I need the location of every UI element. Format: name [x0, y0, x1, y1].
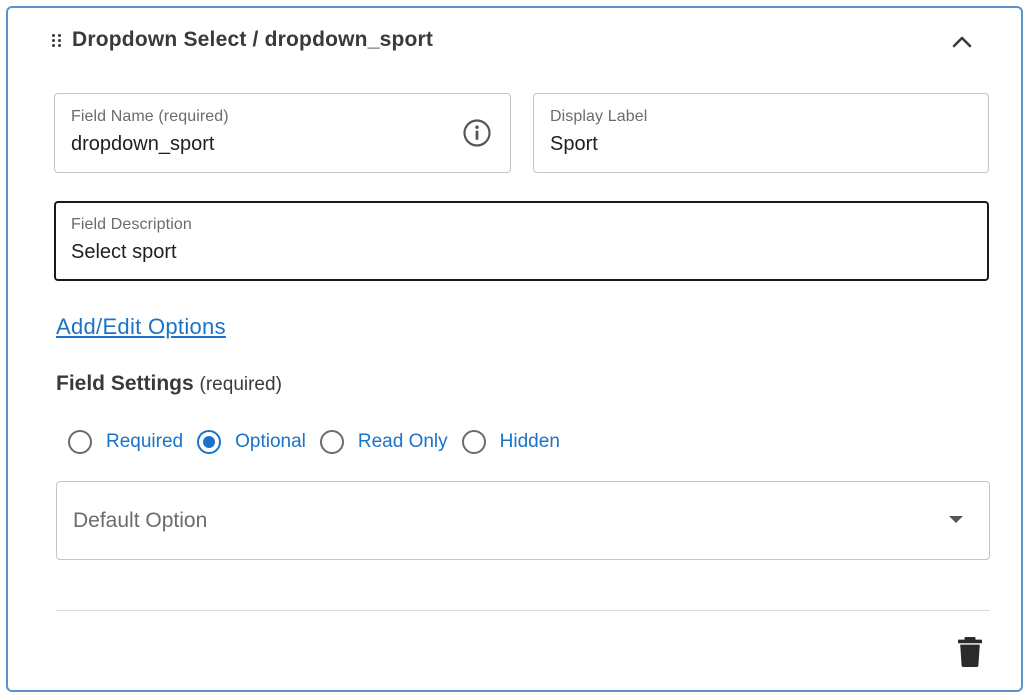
display-label-field[interactable]: Display Label: [533, 93, 989, 173]
trash-icon[interactable]: [956, 636, 984, 668]
radio-hidden[interactable]: Hidden: [461, 430, 560, 454]
field-description-field[interactable]: Field Description: [54, 201, 989, 281]
display-label-input[interactable]: [550, 133, 930, 156]
radio-hidden-circle[interactable]: [461, 430, 486, 454]
field-description-input[interactable]: [71, 241, 951, 264]
radio-read-only-circle[interactable]: [319, 430, 344, 454]
radio-optional-circle[interactable]: [197, 430, 222, 454]
default-option-label: Default Option: [73, 509, 208, 532]
field-settings-required-note: (required): [199, 374, 282, 395]
radio-optional-label[interactable]: Optional: [235, 431, 306, 453]
dropdown-arrow-icon[interactable]: [949, 516, 963, 523]
field-name-input[interactable]: [71, 133, 451, 156]
field-settings-heading: Field Settings (required): [56, 372, 282, 396]
field-name-field[interactable]: Field Name (required): [54, 93, 511, 173]
field-name-label: Field Name (required): [71, 108, 229, 125]
radio-hidden-label[interactable]: Hidden: [500, 431, 560, 453]
info-icon[interactable]: [462, 118, 492, 148]
display-label-label: Display Label: [550, 108, 648, 125]
card-title: Dropdown Select / dropdown_sport: [72, 28, 434, 51]
field-editor-card: Dropdown Select / dropdown_sport Field N…: [6, 6, 1023, 692]
chevron-up-icon: [952, 36, 972, 48]
collapse-button[interactable]: [946, 26, 978, 58]
card-header[interactable]: Dropdown Select / dropdown_sport: [8, 8, 1021, 76]
radio-read-only-label[interactable]: Read Only: [358, 431, 448, 453]
add-edit-options-link[interactable]: Add/Edit Options: [56, 314, 226, 340]
radio-required-label[interactable]: Required: [106, 431, 183, 453]
field-settings-title: Field Settings: [56, 372, 194, 395]
footer-divider: [56, 610, 990, 611]
default-option-select[interactable]: Default Option: [56, 481, 990, 560]
radio-required-circle[interactable]: [68, 430, 92, 454]
drag-handle-icon[interactable]: [52, 34, 62, 48]
radio-read-only[interactable]: Read Only: [319, 430, 448, 454]
radio-optional[interactable]: Optional: [197, 430, 306, 454]
field-description-label: Field Description: [71, 216, 192, 233]
radio-required[interactable]: Required: [68, 430, 183, 454]
field-settings-radio-group: Required Optional Read Only Hidden: [68, 426, 574, 458]
